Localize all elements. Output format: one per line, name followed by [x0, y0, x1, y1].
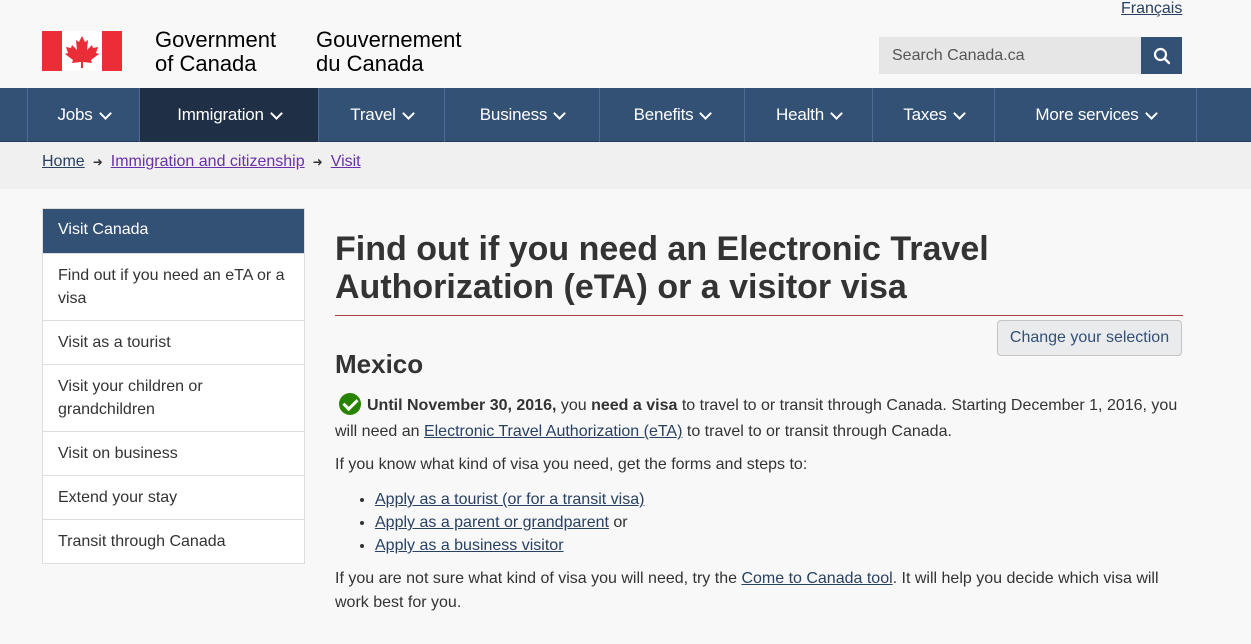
government-of-canada-signature[interactable]: Government of Canada — [155, 28, 276, 76]
breadcrumb-immigration-link[interactable]: Immigration and citizenship — [111, 153, 305, 171]
chevron-down-icon — [830, 106, 843, 120]
sidebar-title[interactable]: Visit Canada — [43, 209, 304, 253]
menu-label: More services — [1035, 105, 1139, 124]
list-item: Apply as a parent or grandparent or — [375, 511, 644, 534]
search-button[interactable] — [1141, 37, 1182, 74]
sidebar-item-transit[interactable]: Transit through Canada — [43, 519, 304, 563]
arrow-right-icon: ➜ — [92, 155, 103, 169]
text: you — [556, 397, 592, 414]
menu-label: Jobs — [57, 105, 93, 124]
menu-item-benefits[interactable]: Benefits — [599, 88, 744, 142]
menu-item-jobs[interactable]: Jobs — [27, 88, 139, 142]
menu-item-immigration[interactable]: Immigration — [139, 88, 318, 142]
country-heading: Mexico — [335, 349, 424, 379]
chevron-down-icon — [1144, 106, 1158, 120]
chevron-down-icon — [952, 106, 966, 120]
main-menu: Jobs Immigration Travel Business Benefit… — [0, 88, 1251, 142]
menu-label: Immigration — [177, 105, 264, 124]
change-selection-button[interactable]: Change your selection — [997, 320, 1182, 356]
search-icon — [1153, 47, 1170, 64]
page-title: Find out if you need an Electronic Trave… — [335, 230, 1183, 316]
list-item: Apply as a business visitor — [375, 534, 644, 557]
apply-tourist-link[interactable]: Apply as a tourist (or for a transit vis… — [375, 491, 644, 508]
gouvernement-du-canada-signature[interactable]: Gouvernement du Canada — [316, 28, 462, 76]
sidebar-item-children[interactable]: Visit your children or grandchildren — [43, 364, 304, 431]
section-sidebar: Visit Canada Find out if you need an eTA… — [42, 208, 305, 564]
sidebar-item-tourist[interactable]: Visit as a tourist — [43, 320, 304, 364]
gov-en-line2: of Canada — [155, 51, 257, 76]
search-input[interactable] — [879, 37, 1141, 74]
sidebar-item-extend-stay[interactable]: Extend your stay — [43, 475, 304, 519]
text: If you are not sure what kind of visa yo… — [335, 570, 742, 587]
menu-item-taxes[interactable]: Taxes — [872, 88, 994, 142]
breadcrumb-home-link[interactable]: Home — [42, 153, 85, 171]
text: or — [608, 514, 628, 531]
search-bar — [879, 37, 1182, 74]
come-to-canada-link[interactable]: Come to Canada tool — [741, 570, 892, 587]
come-to-canada-paragraph: If you are not sure what kind of visa yo… — [335, 567, 1183, 615]
need-visa-bold-text: need a visa — [591, 397, 678, 414]
chevron-down-icon — [401, 106, 415, 120]
arrow-right-icon: ➜ — [312, 155, 323, 169]
gov-en-line1: Government — [155, 27, 277, 52]
sidebar-item-eta-or-visa[interactable]: Find out if you need an eTA or a visa — [43, 253, 304, 320]
menu-label: Benefits — [633, 105, 694, 124]
gov-fr-line2: du Canada — [316, 51, 424, 76]
apply-links-list: Apply as a tourist (or for a transit vis… — [357, 488, 644, 557]
eta-link[interactable]: Electronic Travel Authorization (eTA) — [424, 423, 682, 440]
apply-parent-link[interactable]: Apply as a parent or grandparent — [375, 514, 609, 531]
sidebar-item-business[interactable]: Visit on business — [43, 431, 304, 475]
date-bold-text: Until November 30, 2016, — [367, 397, 557, 414]
language-toggle-link[interactable]: Français — [1121, 0, 1182, 18]
breadcrumb-visit-link[interactable]: Visit — [331, 153, 361, 171]
menu-label: Health — [776, 105, 824, 124]
menu-label: Business — [479, 105, 548, 124]
visa-requirement-paragraph: Until November 30, 2016, you need a visa… — [335, 393, 1183, 445]
menu-item-health[interactable]: Health — [744, 88, 872, 142]
breadcrumb: Home ➜ Immigration and citizenship ➜ Vis… — [0, 142, 1251, 189]
gov-fr-line1: Gouvernement — [316, 27, 462, 52]
menu-item-business[interactable]: Business — [444, 88, 599, 142]
chevron-down-icon — [553, 106, 567, 120]
list-item: Apply as a tourist (or for a transit vis… — [375, 488, 644, 511]
menu-label: Travel — [350, 105, 396, 124]
chevron-down-icon — [98, 106, 112, 120]
apply-business-link[interactable]: Apply as a business visitor — [375, 537, 564, 554]
text: to travel to or transit through Canada. — [682, 423, 952, 440]
chevron-down-icon — [269, 106, 283, 120]
checkmark-icon — [339, 393, 361, 415]
menu-label: Taxes — [903, 105, 947, 124]
forms-intro-text: If you know what kind of visa you need, … — [335, 456, 808, 473]
canada-flag-icon — [42, 31, 122, 71]
chevron-down-icon — [699, 106, 713, 120]
menu-item-travel[interactable]: Travel — [318, 88, 444, 142]
menu-item-more-services[interactable]: More services — [994, 88, 1197, 142]
